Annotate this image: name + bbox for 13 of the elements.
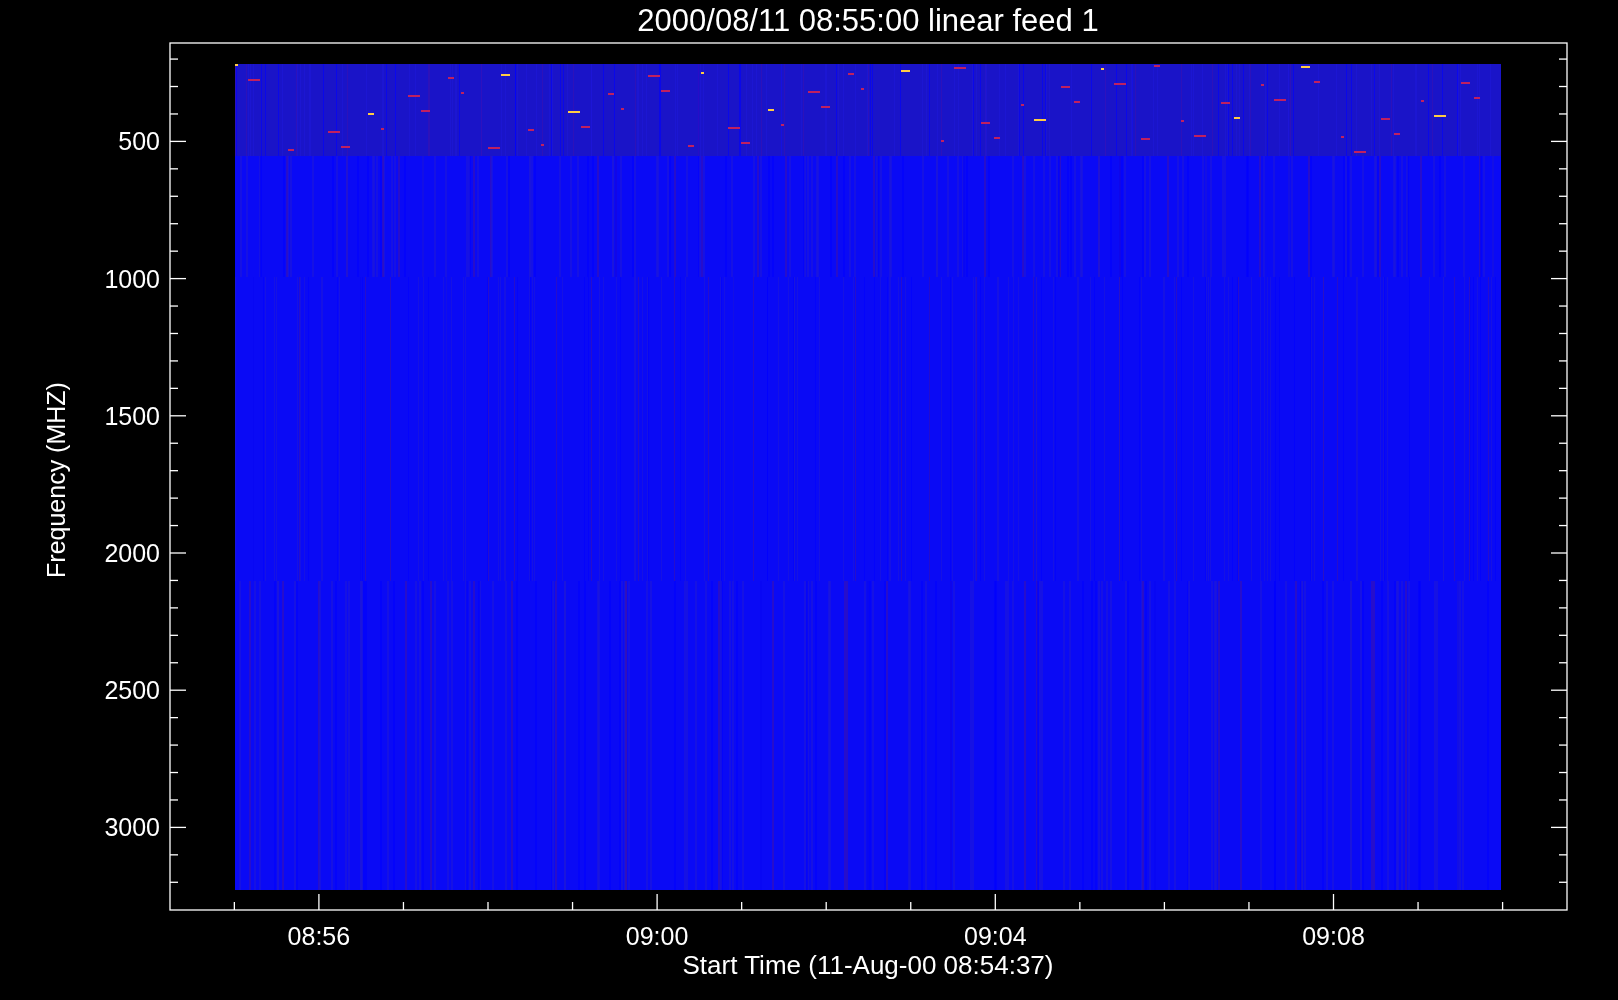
y-tick-label: 1500 bbox=[104, 401, 160, 430]
y-tick-label: 500 bbox=[118, 127, 160, 156]
plot-title: 2000/08/11 08:55:00 linear feed 1 bbox=[637, 3, 1099, 38]
x-tick-label: 08:56 bbox=[287, 922, 351, 950]
x-axis-title: Start Time (11-Aug-00 08:54:37) bbox=[682, 950, 1054, 980]
y-tick-label: 1000 bbox=[104, 264, 160, 293]
x-tick-label: 09:00 bbox=[625, 922, 689, 950]
y-axis-title: Frequency (MHZ) bbox=[42, 382, 70, 578]
x-tick-label: 09:04 bbox=[964, 922, 1027, 950]
y-tick-label: 2500 bbox=[104, 676, 160, 705]
y-tick-label: 3000 bbox=[104, 813, 160, 842]
x-tick-label: 09:08 bbox=[1302, 922, 1365, 950]
y-tick-label: 2000 bbox=[104, 539, 160, 567]
